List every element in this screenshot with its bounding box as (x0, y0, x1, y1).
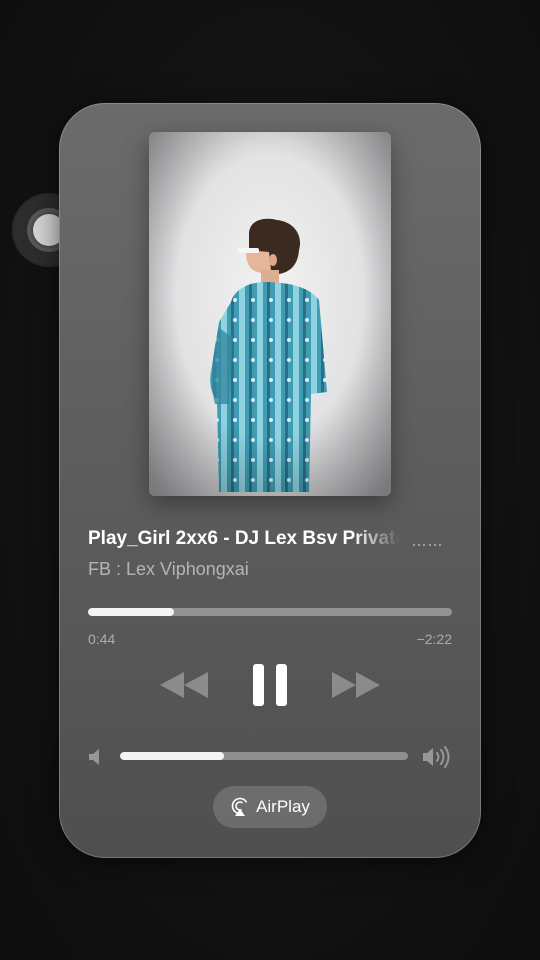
rewind-icon (160, 672, 208, 698)
airplay-icon (231, 797, 249, 816)
more-options-icon[interactable] (413, 544, 441, 550)
remaining-time: −2:22 (416, 631, 452, 647)
album-artwork (149, 132, 391, 496)
rewind-button[interactable] (158, 666, 210, 704)
volume-fill (120, 752, 224, 760)
playback-progress-fill (88, 608, 174, 616)
playback-progress-slider[interactable] (88, 608, 452, 616)
screen: Play_Girl 2xx6 - DJ Lex Bsv Private FB :… (0, 0, 540, 960)
volume-high-icon (423, 746, 450, 768)
pause-icon (253, 664, 287, 706)
volume-low-icon (89, 749, 99, 765)
now-playing-card: Play_Girl 2xx6 - DJ Lex Bsv Private FB :… (59, 103, 481, 858)
fast-forward-icon (332, 672, 380, 698)
volume-slider[interactable] (120, 752, 408, 760)
artwork-photo (149, 132, 391, 496)
track-artist[interactable]: FB : Lex Viphongxai (88, 559, 249, 580)
pause-button[interactable] (250, 660, 290, 710)
track-title[interactable]: Play_Girl 2xx6 - DJ Lex Bsv Private (88, 528, 400, 550)
airplay-label: AirPlay (256, 797, 310, 816)
fast-forward-button[interactable] (330, 666, 382, 704)
airplay-button[interactable]: AirPlay (213, 786, 327, 828)
elapsed-time: 0:44 (88, 631, 116, 647)
